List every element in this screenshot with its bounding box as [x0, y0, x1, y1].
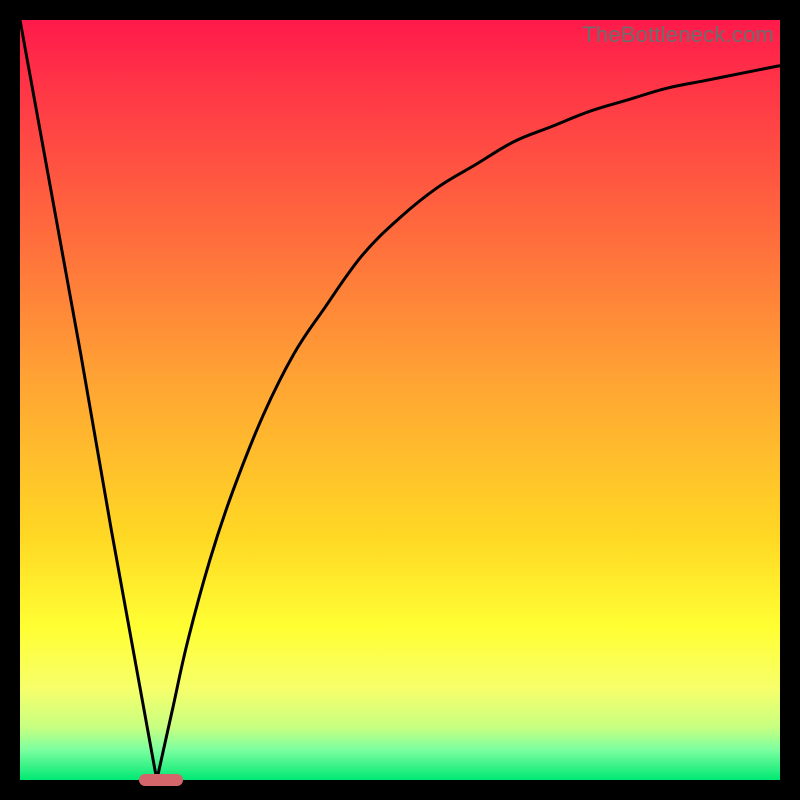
min-marker: [139, 774, 183, 786]
curve-layer: [20, 20, 780, 780]
curve-right-segment: [157, 66, 780, 780]
curve-left-segment: [20, 20, 157, 780]
chart-frame: TheBottleneck.com: [0, 0, 800, 800]
plot-area: TheBottleneck.com: [20, 20, 780, 780]
